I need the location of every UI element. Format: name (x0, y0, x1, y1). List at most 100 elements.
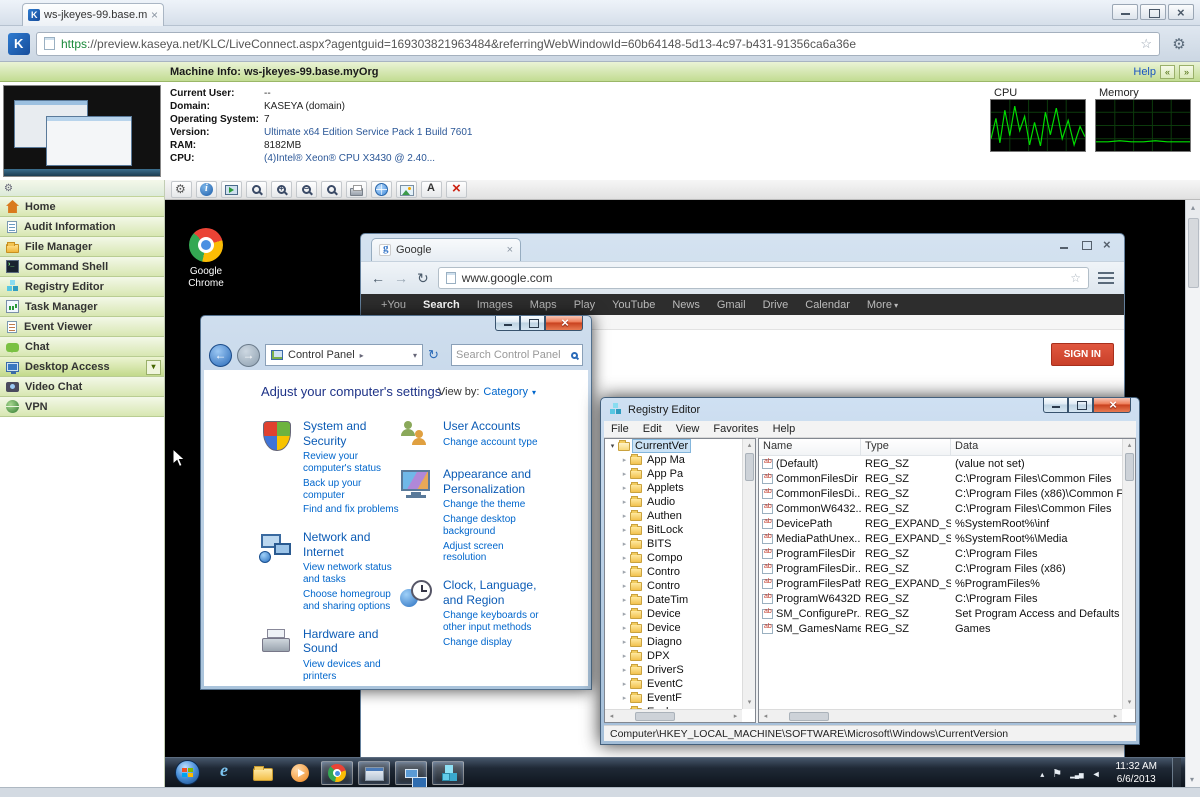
expand-icon[interactable] (620, 582, 629, 590)
registry-value-row[interactable]: (Default) REG_SZ (value not set) (759, 456, 1122, 471)
category-link[interactable]: Change account type (443, 437, 539, 449)
browser-tab[interactable]: Google (371, 238, 521, 261)
desktop-thumbnail[interactable] (3, 85, 161, 177)
network-icon[interactable] (259, 530, 295, 564)
toolbar-button[interactable] (246, 181, 267, 198)
hidden-icons-chevron-icon[interactable] (1040, 764, 1044, 782)
tab-close-icon[interactable] (507, 244, 513, 256)
registry-value-row[interactable]: ProgramFilesDir REG_SZ C:\Program Files (759, 546, 1122, 561)
category-link[interactable]: Change keyboards or other input methods (443, 610, 539, 634)
browser-titlebar[interactable]: ws-jkeyes-99.base.m (0, 0, 1200, 26)
show-desktop-button[interactable] (1172, 758, 1181, 788)
sidebar-item[interactable]: VPN (0, 397, 164, 417)
volume-icon[interactable] (1092, 764, 1101, 782)
horizontal-scrollbar[interactable] (605, 709, 742, 722)
close-icon[interactable] (1168, 4, 1194, 20)
category-link[interactable]: Change desktop background (443, 514, 539, 538)
toolbar-button[interactable] (321, 181, 342, 198)
category-link[interactable]: Find and fix problems (303, 504, 399, 516)
security-shield-icon[interactable] (259, 419, 295, 453)
taskbar-app[interactable] (321, 761, 353, 785)
sidebar-item[interactable]: Audit Information (0, 217, 164, 237)
expand-icon[interactable] (620, 484, 629, 492)
category-link[interactable]: View network status and tasks (303, 562, 399, 586)
registry-values-pane[interactable]: Name Type Data (Default) REG_SZ (value n… (758, 438, 1136, 723)
windows-taskbar[interactable]: 11:32 AM 6/6/2013 (165, 757, 1185, 787)
registry-value-row[interactable]: DevicePath REG_EXPAND_SZ %SystemRoot%\in… (759, 516, 1122, 531)
google-nav-link[interactable]: +You (381, 299, 406, 311)
sign-in-button[interactable]: SIGN IN (1051, 343, 1114, 366)
toolbar-button[interactable] (221, 181, 242, 198)
vertical-scrollbar[interactable] (1122, 439, 1135, 709)
sidebar-item[interactable]: Task Manager (0, 297, 164, 317)
horizontal-scrollbar[interactable] (759, 709, 1122, 722)
registry-key[interactable]: App Pa (605, 467, 742, 481)
category-link[interactable]: Change the theme (443, 499, 539, 511)
expand-icon[interactable] (620, 680, 629, 688)
category-title[interactable]: Hardware and Sound (303, 627, 399, 656)
expand-icon[interactable] (620, 470, 629, 478)
user-accounts-icon[interactable] (399, 419, 435, 453)
toolbar-button[interactable] (446, 181, 467, 198)
registry-key[interactable]: Contro (605, 565, 742, 579)
minimize-icon[interactable] (1059, 240, 1070, 250)
registry-key[interactable]: EventF (605, 691, 742, 705)
control-panel-window[interactable]: Control Panel Adjust your computer's set… (200, 315, 592, 690)
toolbar-button[interactable] (371, 181, 392, 198)
google-nav-link[interactable]: Search (423, 299, 460, 311)
scroll-up-icon[interactable] (1186, 200, 1200, 215)
registry-key[interactable]: CurrentVer (605, 439, 742, 453)
toolbar-button[interactable] (396, 181, 417, 198)
window-titlebar[interactable] (201, 316, 591, 340)
toolbar-button[interactable] (271, 181, 292, 198)
registry-key[interactable]: DateTim (605, 593, 742, 607)
registry-value-row[interactable]: SM_GamesName REG_SZ Games (759, 621, 1122, 636)
expand-icon[interactable] (620, 526, 629, 534)
back-icon[interactable] (371, 270, 385, 286)
toolbar-button[interactable] (421, 181, 442, 198)
sidebar-item[interactable]: Desktop Access (0, 357, 164, 377)
action-center-flag-icon[interactable] (1052, 764, 1062, 782)
sidebar-item[interactable]: Registry Editor (0, 277, 164, 297)
network-status-icon[interactable] (1070, 764, 1083, 782)
forward-icon[interactable] (394, 270, 408, 286)
sidebar-gear-icon[interactable] (4, 183, 13, 194)
refresh-icon[interactable] (428, 347, 446, 363)
column-header-type[interactable]: Type (861, 439, 951, 455)
expand-icon[interactable] (620, 624, 629, 632)
taskbar-app[interactable] (432, 761, 464, 785)
expand-icon[interactable] (620, 652, 629, 660)
registry-key[interactable]: Device (605, 621, 742, 635)
menu-item[interactable]: File (604, 423, 636, 435)
registry-value-row[interactable]: SM_ConfigurePr... REG_SZ Set Program Acc… (759, 606, 1122, 621)
clock-region-icon[interactable] (399, 578, 435, 612)
sidebar-item[interactable]: Event Viewer (0, 317, 164, 337)
help-link[interactable]: Help (1133, 66, 1156, 78)
expand-icon[interactable] (620, 610, 629, 618)
sidebar-item[interactable]: Command Shell (0, 257, 164, 277)
toolbar-button[interactable] (171, 181, 192, 198)
google-nav-link[interactable]: Drive (763, 299, 789, 311)
maximize-icon[interactable] (1140, 4, 1166, 20)
close-icon[interactable] (1093, 398, 1131, 413)
bookmark-star-icon[interactable] (1070, 271, 1081, 285)
sidebar-item[interactable]: Home (0, 197, 164, 217)
expand-icon[interactable] (620, 456, 629, 464)
taskbar-app[interactable] (210, 761, 242, 785)
window-titlebar[interactable]: Google (361, 234, 1124, 261)
collapse-left-icon[interactable] (1160, 65, 1175, 79)
category-link[interactable]: Adjust screen resolution (443, 541, 539, 565)
expand-icon[interactable] (620, 596, 629, 604)
menu-item[interactable]: Favorites (706, 423, 765, 435)
maximize-icon[interactable] (1068, 398, 1093, 413)
menu-item[interactable]: Edit (636, 423, 669, 435)
toolbar-button[interactable] (346, 181, 367, 198)
taskbar-app[interactable] (284, 761, 316, 785)
registry-key[interactable]: Applets (605, 481, 742, 495)
forward-icon[interactable] (237, 344, 260, 367)
breadcrumb-item[interactable]: Control Panel (288, 349, 355, 361)
registry-value-row[interactable]: CommonFilesDir REG_SZ C:\Program Files\C… (759, 471, 1122, 486)
expand-icon[interactable] (620, 568, 629, 576)
omnibox[interactable]: www.google.com (438, 267, 1089, 289)
column-header-name[interactable]: Name (759, 439, 861, 455)
